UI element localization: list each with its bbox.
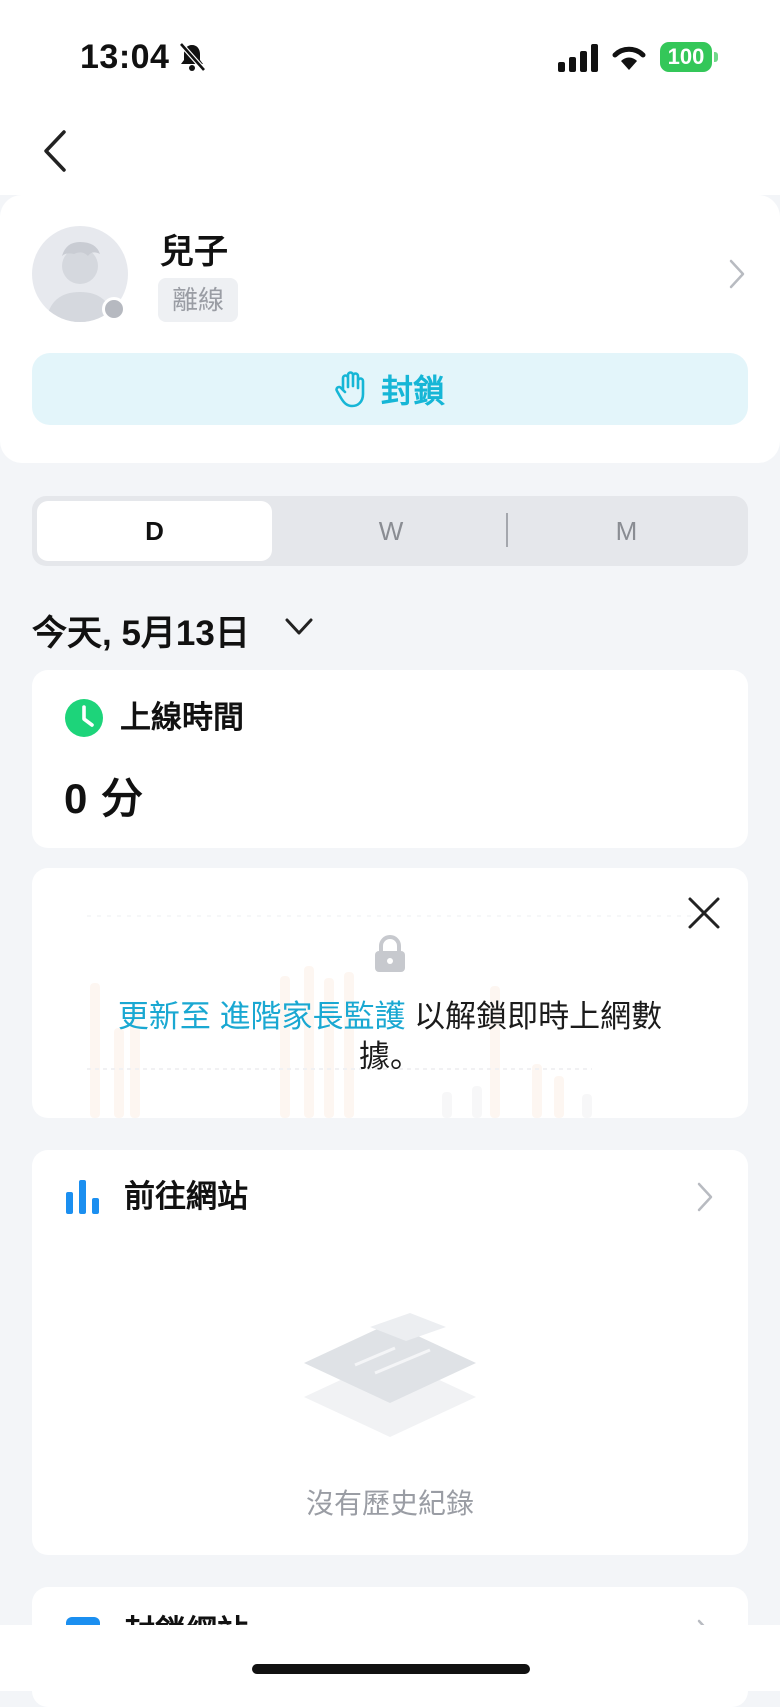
close-icon[interactable]: [686, 895, 722, 931]
visited-sites-title: 前往網站: [124, 1179, 248, 1214]
status-badge: 離線: [158, 278, 239, 322]
silent-bell-icon: [179, 42, 206, 72]
empty-history-illustration: [304, 1313, 476, 1437]
date-selector-label[interactable]: 今天, 5月13日: [32, 605, 250, 656]
profile-chevron-right-icon[interactable]: [728, 258, 746, 290]
bar-chart-icon: [66, 1180, 99, 1214]
clock-icon: [65, 699, 103, 737]
lock-icon: [375, 935, 405, 972]
hand-stop-icon: [335, 371, 365, 408]
sites-chevron-right-icon[interactable]: [696, 1181, 714, 1213]
wifi-icon: [612, 46, 646, 70]
nav-bar: [0, 110, 780, 195]
block-button[interactable]: 封鎖: [32, 353, 748, 425]
block-button-label: 封鎖: [380, 373, 445, 409]
battery-indicator: 100: [660, 42, 712, 72]
cellular-signal-icon: [558, 44, 598, 72]
blurred-chart-background: [87, 915, 692, 1118]
segment-divider: [506, 513, 508, 547]
home-indicator[interactable]: [252, 1664, 530, 1674]
chevron-down-icon[interactable]: [284, 616, 314, 638]
period-segmented-control: D W M: [32, 496, 748, 566]
profile-name: 兒子: [160, 233, 228, 271]
tab-day[interactable]: D: [37, 501, 272, 561]
online-time-value: 0 分: [64, 775, 145, 822]
home-indicator-area: [0, 1625, 780, 1691]
online-time-title: 上線時間: [120, 700, 244, 735]
upsell-message: 更新至 進階家長監護 以解鎖即時上網數據。: [100, 997, 680, 1077]
empty-history-text: 沒有歷史紀錄: [305, 1488, 474, 1519]
tab-month[interactable]: M: [510, 501, 743, 561]
back-chevron-icon[interactable]: [38, 126, 74, 176]
tab-week[interactable]: W: [276, 501, 506, 561]
status-time: 13:04: [80, 38, 170, 76]
upgrade-link[interactable]: 更新至 進階家長監護: [118, 999, 406, 1034]
battery-tip: [714, 52, 718, 62]
offline-status-dot: [102, 297, 126, 321]
